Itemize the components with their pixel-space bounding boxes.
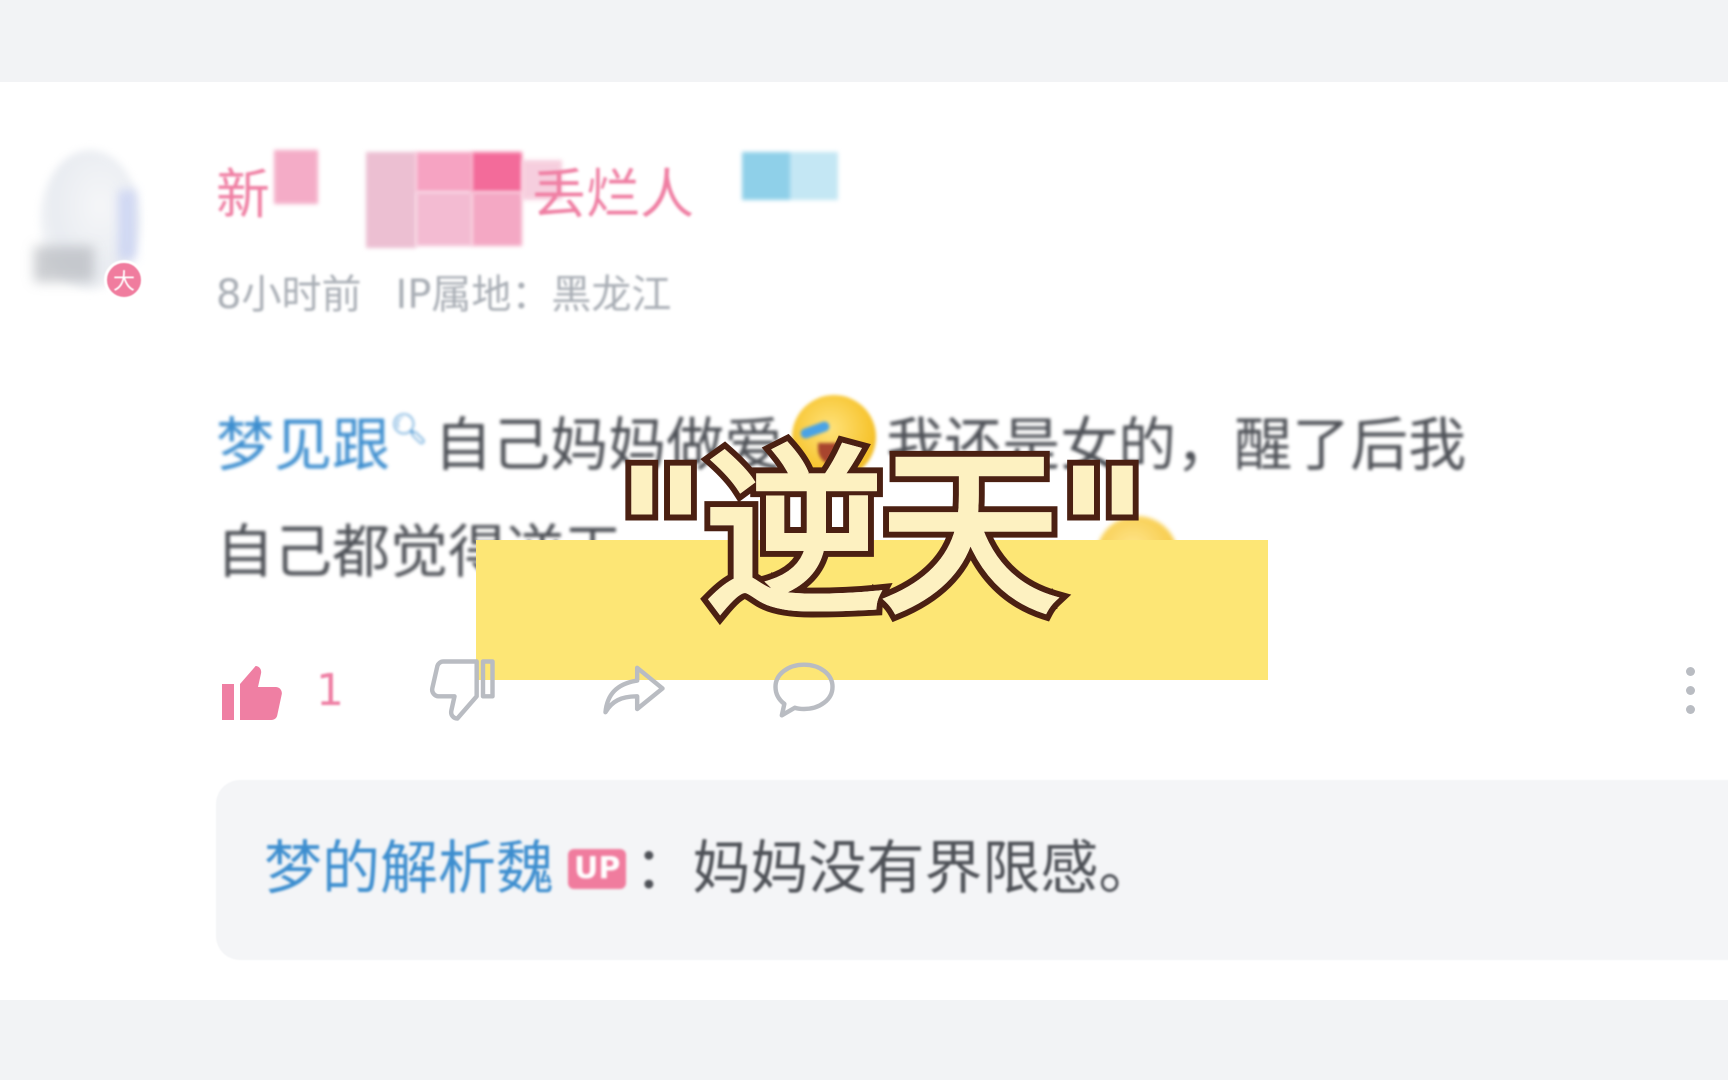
page: 大 新 丢烂人 8小时前 IP属地：黑龙江 梦见跟🔍︎ 自己妈妈做爱 我还是女的，醒了… [0,0,1728,1080]
bottom-divider [0,1000,1728,1080]
search-link[interactable]: 梦见跟 [216,411,390,479]
comment-actions: 1 [216,650,1716,730]
share-icon[interactable] [596,650,672,730]
level-badge-icon [742,152,838,200]
reply-preview[interactable]: 梦的解析魏 UP ：妈妈没有界限感。 [216,780,1728,960]
reply-text-row: 梦的解析魏 UP ：妈妈没有界限感。 [264,830,1156,906]
ip-location: IP属地：黑龙江 [395,272,672,318]
like-count: 1 [316,664,344,716]
top-divider [0,0,1728,82]
search-icon[interactable]: 🔍︎ [390,412,428,447]
thumbs-down-icon[interactable] [426,650,502,730]
reply-content: ：妈妈没有界限感。 [634,834,1157,902]
thumbs-up-icon[interactable] [216,650,288,730]
username-mosaic [274,150,318,204]
username-start: 新 [216,163,270,226]
reply-icon[interactable] [766,650,842,730]
up-badge: UP [568,849,627,889]
comment-meta: 8小时前 IP属地：黑龙江 [216,262,671,320]
reply-author[interactable]: 梦的解析魏 [264,834,554,902]
overlay-caption: "逆天" [608,430,1156,642]
comment-time: 8小时前 [216,272,362,318]
more-vertical-icon[interactable] [1680,650,1700,730]
avatar[interactable]: 大 [34,150,146,300]
avatar-badge-icon: 大 [104,260,144,300]
username-end: 丢烂人 [532,163,694,226]
